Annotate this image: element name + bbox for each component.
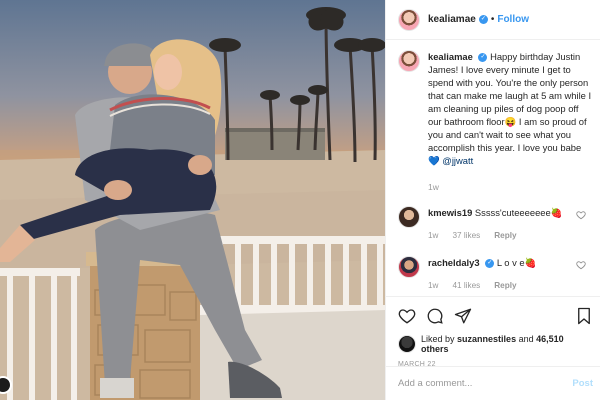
caption-text-block: kealiamae ✓ Happy birthday Justin James!… <box>428 50 592 167</box>
author-avatar[interactable] <box>398 8 420 31</box>
comment-input[interactable] <box>398 378 573 389</box>
bookmark-icon[interactable] <box>575 307 593 325</box>
comment-text: L o v e🍓 <box>496 257 537 268</box>
caption: kealiamae ✓ Happy birthday Justin James!… <box>398 50 592 167</box>
commenter-avatar[interactable] <box>398 206 420 228</box>
comment-item: kmewis19 Sssss'cuteeeeeee🍓 1w 37 likes R… <box>398 206 592 242</box>
post-comment-button[interactable]: Post <box>572 378 593 389</box>
post-actions: Liked by suzannestiles and 46,510 others… <box>386 296 600 368</box>
commenter-avatar[interactable] <box>398 256 420 278</box>
liked-by-prefix: Liked by <box>421 334 455 344</box>
post-photo[interactable] <box>0 0 385 400</box>
post-header: kealiamae ✓ • Follow <box>386 0 600 40</box>
comment-time[interactable]: 1w <box>428 279 438 292</box>
caption-text: Happy birthday Justin James! I love ever… <box>428 51 592 166</box>
action-icons <box>398 305 593 327</box>
comment-likes[interactable]: 37 likes <box>452 229 480 242</box>
reply-button[interactable]: Reply <box>494 229 516 242</box>
liker-avatar[interactable] <box>398 335 416 353</box>
comment-body: kmewis19 Sssss'cuteeeeeee🍓 1w 37 likes R… <box>428 206 578 242</box>
verified-icon: ✓ <box>485 259 495 269</box>
comment-time[interactable]: 1w <box>428 229 438 242</box>
follow-button[interactable]: Follow <box>497 14 529 25</box>
separator-dot: • <box>490 14 495 25</box>
post-side-panel: kealiamae ✓ • Follow kealiamae ✓ Happy b… <box>385 0 600 400</box>
caption-mention[interactable]: @jjwatt <box>442 155 473 166</box>
comment-body: racheldaly3 ✓ L o v e🍓 1w 41 likes Reply <box>428 256 578 292</box>
heart-icon[interactable] <box>398 307 416 325</box>
verified-icon: ✓ <box>478 15 488 24</box>
verified-icon: ✓ <box>478 53 488 63</box>
liked-by-user[interactable]: suzannestiles <box>457 334 516 344</box>
author-username[interactable]: kealiamae <box>428 14 476 25</box>
comment-meta: 1w 41 likes Reply <box>428 279 578 292</box>
heart-icon[interactable] <box>576 210 586 220</box>
comment-icon[interactable] <box>426 307 444 325</box>
heart-icon[interactable] <box>576 260 586 270</box>
liked-by: Liked by suzannestiles and 46,510 others <box>398 334 593 354</box>
reply-button[interactable]: Reply <box>494 279 516 292</box>
comment-meta: 1w 37 likes Reply <box>428 229 578 242</box>
add-comment-bar: Post <box>386 366 600 400</box>
photo-scene <box>0 7 385 400</box>
caption-username[interactable]: kealiamae <box>428 51 473 62</box>
commenter-username[interactable]: racheldaly3 <box>428 257 480 268</box>
share-icon[interactable] <box>454 307 472 325</box>
commenter-username[interactable]: kmewis19 <box>428 207 472 218</box>
liked-by-text: Liked by suzannestiles and 46,510 others <box>421 334 593 354</box>
comment-likes[interactable]: 41 likes <box>452 279 480 292</box>
comment-text: Sssss'cuteeeeeee🍓 <box>474 207 563 218</box>
caption-avatar[interactable] <box>398 50 420 72</box>
caption-time[interactable]: 1w <box>428 182 592 192</box>
comments-list[interactable]: kealiamae ✓ Happy birthday Justin James!… <box>386 40 600 326</box>
comment-item: racheldaly3 ✓ L o v e🍓 1w 41 likes Reply <box>398 256 592 292</box>
liked-by-middle: and <box>518 334 534 344</box>
